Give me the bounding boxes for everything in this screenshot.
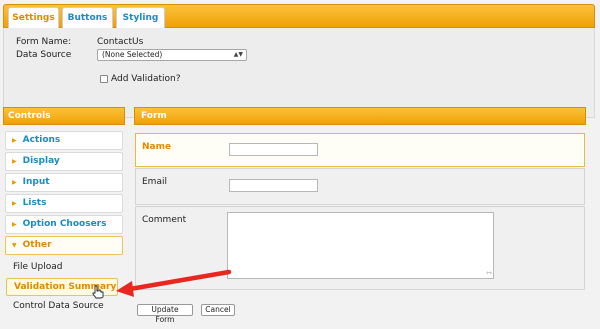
triangle-down-icon: ▼ [12,242,17,249]
controls-header: Controls [3,107,125,125]
form-field-row-email[interactable]: Email [135,168,585,205]
control-category-lists[interactable]: ▶ Lists [5,194,123,213]
triangle-right-icon: ▶ [12,137,17,144]
form-header: Form [134,107,586,125]
category-label: Input [22,177,50,187]
form-name-label: Form Name: [16,37,72,47]
settings-body: Form Name: ContactUs Data Source (None S… [3,28,595,118]
triangle-right-icon: ▶ [12,158,17,165]
control-file-upload[interactable]: File Upload [13,262,62,272]
chevron-updown-icon: ▲▼ [233,51,243,58]
control-category-other[interactable]: ▼ Other [5,236,123,255]
form-title: Form [141,111,167,121]
control-category-actions[interactable]: ▶ Actions [5,131,123,150]
name-input[interactable] [229,143,318,156]
category-label: Actions [22,135,61,145]
email-input[interactable] [229,179,318,192]
cancel-button[interactable]: Cancel [201,304,235,316]
data-source-select[interactable]: (None Selected) ▲▼ [97,49,247,61]
control-data-source[interactable]: Control Data Source [13,301,104,311]
add-validation-checkbox[interactable] [100,75,108,83]
field-label: Name [142,142,172,152]
field-label: Email [142,177,167,187]
control-category-display[interactable]: ▶ Display [5,152,123,171]
resize-grip-icon[interactable]: ⇿ [486,269,492,277]
hand-pointer-cursor-icon [92,285,104,299]
control-category-option-choosers[interactable]: ▶ Option Choosers [5,215,123,234]
data-source-selected-value: (None Selected) [102,50,163,59]
add-validation-label: Add Validation? [111,74,181,84]
controls-title: Controls [8,111,51,121]
tab-styling[interactable]: Styling [116,7,165,28]
settings-panel: Settings Buttons Styling Form Name: Cont… [3,4,595,118]
tab-buttons[interactable]: Buttons [62,7,113,28]
field-label: Comment [142,215,187,225]
form-name-value: ContactUs [97,37,144,47]
category-label: Display [22,156,60,166]
triangle-right-icon: ▶ [12,179,17,186]
update-form-button[interactable]: Update Form [137,304,193,324]
triangle-right-icon: ▶ [12,221,17,228]
red-arrow-icon [116,269,232,297]
category-label: Other [22,240,52,250]
tab-bar: Settings Buttons Styling [3,4,595,28]
triangle-right-icon: ▶ [12,200,17,207]
control-category-input[interactable]: ▶ Input [5,173,123,192]
category-label: Option Choosers [22,219,107,229]
tab-settings[interactable]: Settings [8,7,59,28]
comment-textarea[interactable]: ⇿ [227,212,494,279]
data-source-label: Data Source [16,50,72,60]
category-label: Lists [22,198,47,208]
form-field-row-name[interactable]: Name [135,133,585,167]
